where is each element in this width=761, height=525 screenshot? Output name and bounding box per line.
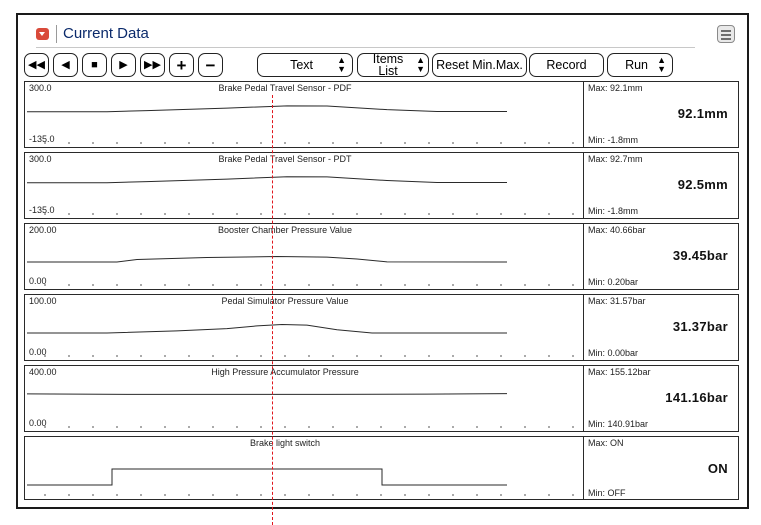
current-value: ON	[707, 461, 728, 476]
min-value: Min: 140.91bar	[588, 419, 649, 429]
current-data-window: Current Data ◀◀ ◀ ■ ▶ ▶▶ + − Text ▲ ▼ Ite…	[16, 13, 749, 525]
max-value: Max: 92.1mm	[588, 83, 643, 93]
signal-trace	[27, 324, 507, 334]
signal-trace	[26, 393, 508, 395]
panel-separator	[583, 82, 584, 147]
y-axis-max: 400.00	[29, 367, 57, 377]
fast-forward-button[interactable]: ▶▶	[140, 53, 165, 77]
signal-trace	[27, 176, 507, 184]
title-bar: Current Data	[18, 15, 747, 49]
items-list-label: Items List	[372, 51, 404, 78]
list-menu-icon[interactable]	[717, 25, 735, 43]
up-down-arrows-icon: ▲ ▼	[416, 55, 425, 74]
graph-title: Brake light switch	[249, 438, 321, 448]
min-value: Min: OFF	[588, 488, 626, 498]
current-value: 92.1mm	[677, 106, 728, 121]
window-title: Current Data	[63, 25, 149, 42]
max-value: Max: 155.12bar	[588, 367, 651, 377]
title-separator	[56, 25, 57, 43]
y-axis-max: 300.0	[29, 83, 52, 93]
play-button[interactable]: ▶	[111, 53, 136, 77]
y-axis-min: 0.00	[29, 276, 47, 286]
reset-min-max-button[interactable]: Reset Min.Max.	[432, 53, 527, 77]
view-mode-value: Text	[290, 57, 313, 72]
y-axis-min: 0.00	[29, 347, 47, 357]
max-value: Max: 31.57bar	[588, 296, 646, 306]
panel-separator	[583, 153, 584, 218]
min-value: Min: -1.8mm	[588, 135, 639, 145]
graph-panel-pdf[interactable]: 300.0 -135.0 Brake Pedal Travel Sensor -…	[24, 81, 739, 148]
graph-title: High Pressure Accumulator Pressure	[211, 367, 359, 377]
graph-title: Pedal Simulator Pressure Value	[221, 296, 349, 306]
y-axis-min: 0.00	[29, 418, 47, 428]
min-value: Min: -1.8mm	[588, 206, 639, 216]
up-down-arrows-icon: ▲ ▼	[657, 55, 666, 74]
panel-separator	[583, 224, 584, 289]
chevron-down-icon[interactable]	[36, 28, 49, 40]
min-value: Min: 0.20bar	[588, 277, 639, 287]
graph-panel-pdt[interactable]: 300.0 -135.0 Brake Pedal Travel Sensor -…	[24, 152, 739, 219]
min-value: Min: 0.00bar	[588, 348, 639, 358]
graph-panel-simulator-pressure[interactable]: 100.00 0.00 Pedal Simulator Pressure Val…	[24, 294, 739, 361]
stop-button[interactable]: ■	[82, 53, 107, 77]
y-axis-max: 100.00	[29, 296, 57, 306]
panel-separator	[583, 295, 584, 360]
run-select[interactable]: Run ▲ ▼	[607, 53, 673, 77]
signal-trace	[27, 468, 507, 486]
graph-title: Brake Pedal Travel Sensor - PDF	[218, 83, 352, 93]
max-value: Max: 40.66bar	[588, 225, 646, 235]
step-back-button[interactable]: ◀	[53, 53, 78, 77]
graph-panel-brake-light-switch[interactable]: Brake light switch Max: ON Min: OFF ON	[24, 436, 739, 500]
record-button[interactable]: Record	[529, 53, 604, 77]
current-value: 31.37bar	[672, 319, 728, 334]
signal-trace	[27, 256, 508, 263]
panel-separator	[583, 366, 584, 431]
current-value: 39.45bar	[672, 248, 728, 263]
zoom-out-button[interactable]: −	[198, 53, 223, 77]
signal-trace	[27, 105, 507, 113]
time-cursor[interactable]	[272, 95, 273, 525]
zoom-in-button[interactable]: +	[169, 53, 194, 77]
max-value: Max: ON	[588, 438, 624, 448]
view-mode-select[interactable]: Text ▲ ▼	[257, 53, 353, 77]
current-value: 141.16bar	[665, 390, 728, 405]
run-label: Run	[625, 57, 648, 72]
graph-title: Booster Chamber Pressure Value	[218, 225, 352, 235]
up-down-arrows-icon: ▲ ▼	[337, 55, 346, 74]
y-axis-min: -135.0	[29, 205, 55, 215]
y-axis-max: 200.00	[29, 225, 57, 235]
graph-panel-booster-pressure[interactable]: 200.00 0.00 Booster Chamber Pressure Val…	[24, 223, 739, 290]
graph-panel-accumulator-pressure[interactable]: 400.00 0.00 High Pressure Accumulator Pr…	[24, 365, 739, 432]
max-value: Max: 92.7mm	[588, 154, 643, 164]
current-value: 92.5mm	[677, 177, 728, 192]
y-axis-max: 300.0	[29, 154, 52, 164]
panel-separator	[583, 437, 584, 499]
rewind-button[interactable]: ◀◀	[24, 53, 49, 77]
title-divider	[36, 47, 695, 48]
graph-title: Brake Pedal Travel Sensor - PDT	[218, 154, 352, 164]
playback-toolbar: ◀◀ ◀ ■ ▶ ▶▶ + − Text ▲ ▼ Items List ▲ ▼ Re…	[24, 51, 739, 78]
items-list-select[interactable]: Items List ▲ ▼	[357, 51, 429, 78]
y-axis-min: -135.0	[29, 134, 55, 144]
